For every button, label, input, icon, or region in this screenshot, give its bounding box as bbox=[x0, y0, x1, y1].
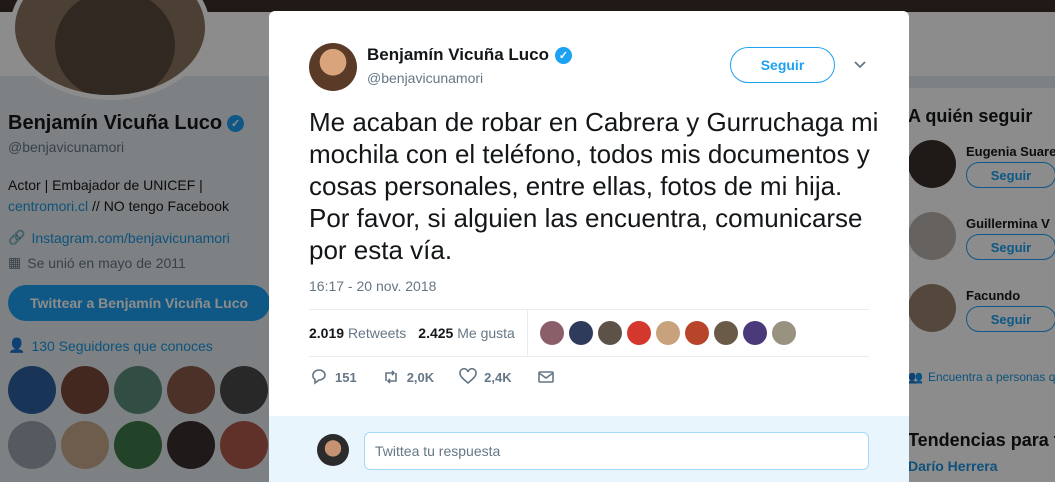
tweet-actions: 151 2,0K 2,4K bbox=[309, 367, 580, 387]
liker-avatar[interactable] bbox=[568, 321, 593, 345]
liker-avatar[interactable] bbox=[713, 321, 738, 345]
stats-divider bbox=[526, 309, 528, 357]
liker-avatar[interactable] bbox=[626, 321, 651, 345]
liker-avatar[interactable] bbox=[655, 321, 680, 345]
verified-badge-icon: ✓ bbox=[555, 46, 573, 64]
like-button[interactable]: 2,4K bbox=[458, 367, 512, 387]
tweet-modal: Benjamín Vicuña Luco ✓ @benjavicunamori … bbox=[269, 11, 909, 482]
current-user-avatar bbox=[317, 434, 349, 466]
reply-icon bbox=[312, 369, 326, 385]
author-name[interactable]: Benjamín Vicuña Luco ✓ bbox=[367, 45, 573, 65]
liker-avatar[interactable] bbox=[771, 321, 796, 345]
likes-stat[interactable]: 2.425 Me gusta bbox=[418, 325, 515, 341]
reply-input[interactable] bbox=[364, 432, 869, 470]
follow-button[interactable]: Seguir bbox=[730, 47, 835, 83]
liker-avatar[interactable] bbox=[597, 321, 622, 345]
author-handle[interactable]: @benjavicunamori bbox=[367, 70, 483, 86]
retweet-icon bbox=[384, 370, 397, 384]
author-avatar[interactable] bbox=[309, 43, 357, 91]
heart-icon bbox=[459, 367, 477, 385]
chevron-down-icon[interactable] bbox=[852, 57, 868, 73]
tweet-timestamp[interactable]: 16:17 - 20 nov. 2018 bbox=[309, 278, 436, 294]
envelope-icon bbox=[537, 371, 554, 383]
tweet-text: Me acaban de robar en Cabrera y Gurrucha… bbox=[309, 107, 879, 265]
likers-avatars bbox=[539, 321, 796, 345]
retweet-button[interactable]: 2,0K bbox=[381, 367, 434, 387]
message-button[interactable] bbox=[536, 367, 556, 387]
reply-button[interactable]: 151 bbox=[309, 367, 357, 387]
tweet-stats: 2.019 Retweets 2.425 Me gusta bbox=[309, 309, 869, 357]
reply-composer bbox=[269, 416, 909, 482]
liker-avatar[interactable] bbox=[742, 321, 767, 345]
liker-avatar[interactable] bbox=[684, 321, 709, 345]
retweets-stat[interactable]: 2.019 Retweets bbox=[309, 325, 406, 341]
liker-avatar[interactable] bbox=[539, 321, 564, 345]
